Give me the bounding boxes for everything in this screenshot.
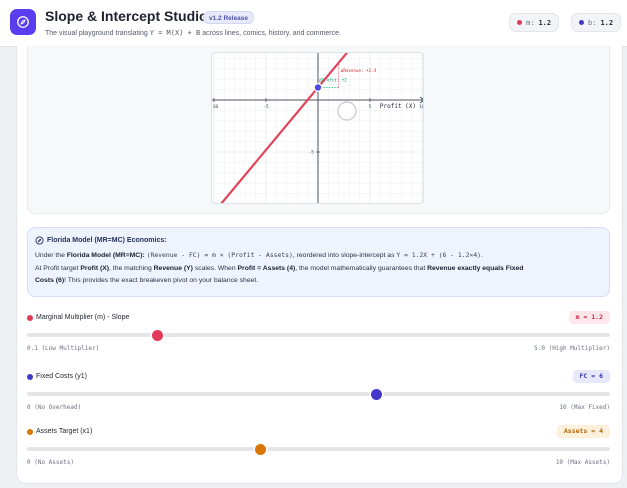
slider-label: Fixed Costs (y1) [27, 373, 87, 380]
info-bold: Profit = Assets (4) [237, 264, 296, 272]
info-text: , the matching [109, 264, 152, 272]
slope-track[interactable] [27, 329, 610, 341]
info-text: , the model mathematically guarantees th… [295, 264, 426, 272]
info-bold: Revenue (Y) [153, 264, 193, 272]
info-text: ! This provides the exact breakeven pivo… [64, 277, 259, 284]
fixed-costs-thumb[interactable] [371, 388, 383, 400]
intercept-dot-icon [579, 20, 584, 25]
x-tick-label: -10 [212, 104, 218, 110]
fixed-costs-badge: FC = 6 [572, 370, 610, 383]
info-colon: : [142, 252, 145, 259]
x-tick-label: 5 [369, 104, 372, 110]
slider-label-text: Marginal Multiplier (m) - Slope [36, 314, 130, 321]
subtitle-text: The visual playground translating [45, 30, 148, 37]
info-bold: Profit (X) [80, 264, 110, 272]
fixed-costs-dot-icon [27, 373, 33, 380]
slope-slider: Marginal Multiplier (m) - Slope m = 1.2 … [27, 311, 610, 372]
info-text: scales. When [194, 264, 236, 272]
slider-max-label: 5.0 (High Multiplier) [534, 345, 610, 352]
app-subtitle: The visual playground translating Y = M(… [45, 29, 341, 37]
info-line-2: At Profit target Profit (X), the matchin… [35, 263, 602, 276]
info-text: At Profit target [35, 264, 79, 272]
info-line-1: Under the Florida Model (MR=MC): (Revenu… [35, 249, 602, 263]
slider-label: Marginal Multiplier (m) - Slope [27, 314, 129, 321]
assets-dot-icon [27, 428, 33, 435]
x-tick-label: 10 [419, 104, 424, 110]
slider-label-text: Fixed Costs (y1) [36, 373, 87, 380]
graph-canvas[interactable]: -10 -5 5 10 -5 Profit (X) ΔRevenue: +2.4ΔProf… [211, 52, 424, 204]
line-plot[interactable]: -10 -5 5 10 -5 Profit (X) ΔRevenue: +2.4ΔProf… [212, 53, 424, 204]
slider-min-label: 0 (No Assets) [27, 459, 74, 466]
fixed-costs-track[interactable] [27, 388, 610, 400]
app-title: Slope & Intercept Studio [45, 8, 208, 24]
slider-label: Assets Target (x1) [27, 428, 92, 435]
slider-label-text: Assets Target (x1) [36, 428, 93, 435]
info-text: Under the [35, 252, 65, 259]
intercept-value: 1.2 [600, 18, 614, 27]
economics-info-box: Florida Model (MR=MC) Economics: Under t… [27, 227, 610, 297]
app-logo [10, 9, 36, 35]
info-bold: Revenue exactly equals Fixed [427, 264, 524, 272]
cursor-ring-icon [337, 101, 357, 121]
version-badge: v1.2 Release [203, 11, 255, 24]
info-bold: Florida Model (MR=MC) [66, 252, 143, 259]
info-title: Florida Model (MR=MC) Economics: [35, 236, 602, 245]
assets-badge: Assets = 4 [556, 425, 610, 438]
assets-thumb[interactable] [254, 443, 266, 455]
slope-value-pill: m: 1.2 [509, 13, 560, 32]
assets-target-slider: Assets Target (x1) Assets = 4 0 (No Asse… [27, 425, 610, 486]
slider-min-label: 0.1 (Low Multiplier) [27, 345, 100, 352]
y-tick-label: -5 [309, 150, 315, 156]
compass-icon [35, 236, 44, 245]
subtitle-text-end: across lines, comics, history, and comme… [202, 30, 341, 37]
app-header: Slope & Intercept Studio v1.2 Release Th… [0, 0, 627, 47]
delta-annotations: ΔRevenue: +2.4ΔProfit: +2 [318, 62, 377, 88]
fixed-costs-slider: Fixed Costs (y1) FC = 6 0 (No Overhead) … [27, 370, 610, 431]
intercept-value-pill: b: 1.2 [571, 13, 622, 32]
slope-key: m: [526, 18, 535, 27]
assets-track[interactable] [27, 443, 610, 455]
info-title-text: Florida Model (MR=MC) Economics: [47, 237, 167, 244]
info-text: . [481, 252, 483, 259]
slope-dot-icon [27, 314, 33, 321]
info-formula-2: Y = 1.2X + (6 - 1.2×4) [396, 251, 482, 259]
hover-cursor [337, 101, 357, 121]
axes [212, 53, 423, 203]
delta-revenue-label: ΔRevenue: +2.4 [341, 68, 377, 73]
slope-value: 1.2 [538, 18, 552, 27]
intercept-key: b: [588, 18, 597, 27]
info-line-3: Costs (6)! This provides the exact break… [35, 275, 602, 288]
slider-max-label: 10 (Max Fixed) [559, 404, 610, 411]
x-axis-label: Profit (X) [380, 103, 416, 110]
slope-badge: m = 1.2 [568, 311, 610, 324]
x-tick-label: -5 [263, 104, 269, 110]
slope-dot-icon [517, 20, 522, 25]
subtitle-formula: Y = M(X) + B [149, 29, 201, 37]
info-formula-1: (Revenue - FC) = m × (Profit - Assets) [146, 251, 293, 259]
intercept-point [313, 83, 323, 92]
slider-min-label: 0 (No Overhead) [27, 404, 82, 411]
slider-max-label: 10 (Max Assets) [555, 459, 610, 466]
compass-icon [17, 16, 29, 28]
info-bold: Costs (6) [35, 277, 65, 284]
slope-thumb[interactable] [152, 329, 164, 341]
info-text: , reordered into slope-intercept as [292, 252, 395, 259]
